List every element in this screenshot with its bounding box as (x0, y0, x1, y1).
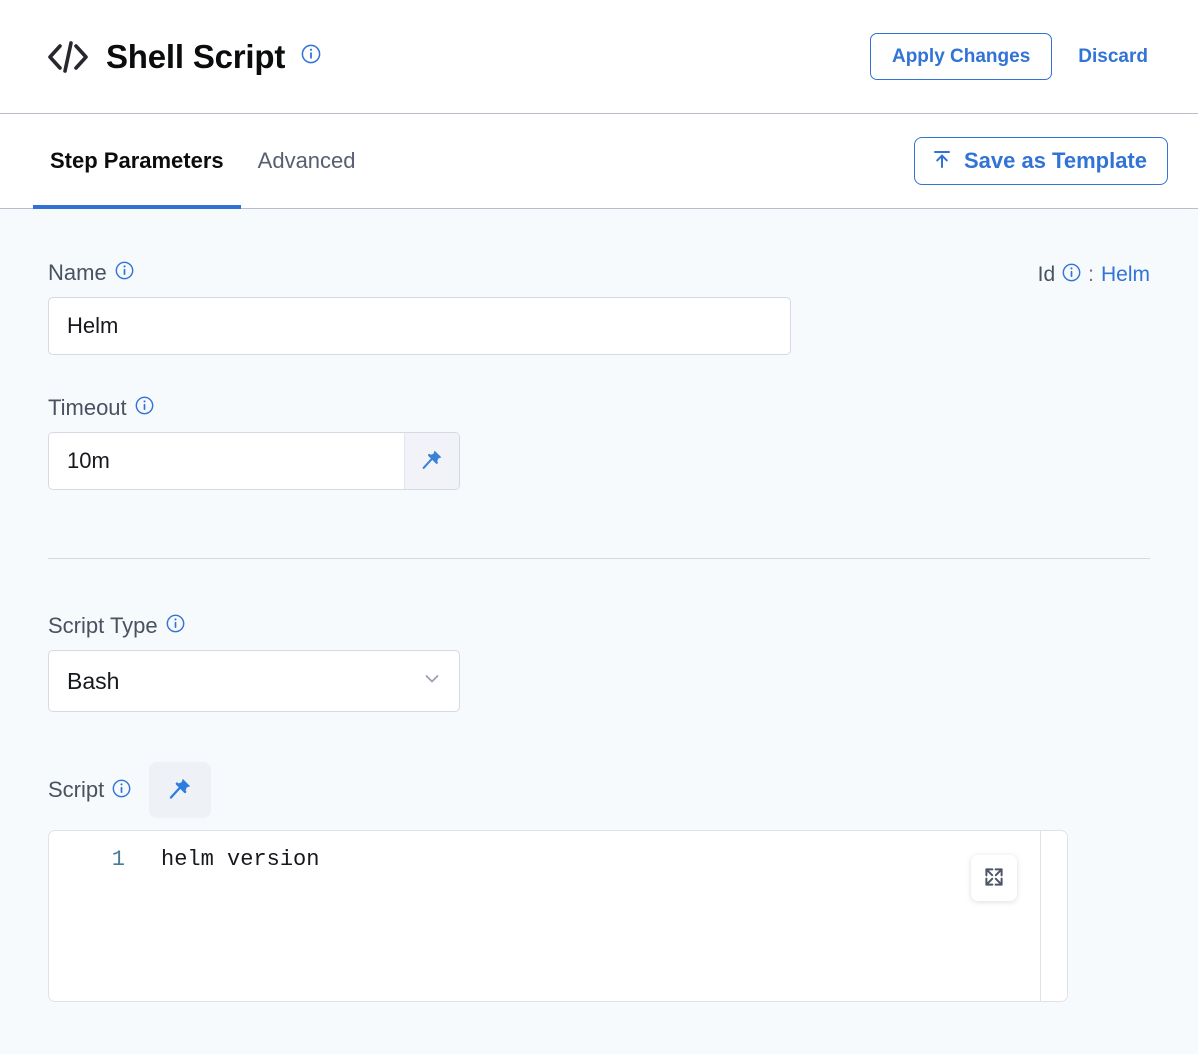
code-brackets-icon (46, 40, 90, 74)
discard-button[interactable]: Discard (1076, 41, 1150, 72)
tab-advanced[interactable]: Advanced (241, 114, 373, 208)
editor-scrollbar[interactable] (1040, 831, 1041, 1001)
line-number: 1 (111, 847, 125, 872)
script-type-value: Bash (67, 667, 120, 694)
name-label: Name (48, 259, 107, 285)
timeout-input-group (48, 432, 460, 490)
id-separator: : (1088, 263, 1094, 286)
expand-editor-button[interactable] (971, 855, 1017, 901)
code-line: 1 helm version (49, 831, 1067, 872)
script-type-label: Script Type (48, 612, 158, 638)
tab-list: Step Parameters Advanced (33, 114, 373, 209)
save-as-template-button[interactable]: Save as Template (913, 137, 1168, 185)
info-icon[interactable] (301, 44, 321, 69)
tab-step-parameters[interactable]: Step Parameters (33, 114, 241, 209)
script-pin-button[interactable] (149, 762, 212, 818)
timeout-pin-button[interactable] (405, 433, 459, 489)
script-field: Script 1 helm version (48, 762, 1150, 1002)
info-icon[interactable] (166, 614, 185, 637)
tab-bar: Step Parameters Advanced Save as Templat… (0, 114, 1198, 209)
info-icon[interactable] (112, 779, 131, 802)
header-actions: Apply Changes Discard (869, 33, 1150, 80)
pin-icon (166, 775, 194, 806)
script-type-label-group: Script Type (48, 614, 1150, 637)
pin-icon (419, 447, 445, 476)
name-field-wrap (48, 297, 791, 355)
script-type-select[interactable]: Bash (48, 650, 460, 712)
script-label-group: Script (48, 779, 131, 802)
script-code-editor[interactable]: 1 helm version (48, 830, 1068, 1002)
script-type-select-wrap: Bash (48, 650, 460, 712)
script-label: Script (48, 777, 105, 802)
id-label: Id (1037, 263, 1056, 286)
upload-icon (931, 148, 953, 174)
section-divider (48, 558, 1150, 559)
script-type-field: Script Type Bash (48, 614, 1150, 712)
timeout-field: Timeout (48, 396, 1150, 490)
info-icon[interactable] (135, 396, 154, 419)
save-as-template-label: Save as Template (963, 148, 1147, 173)
name-id-row: Name Id : Helm (48, 261, 1150, 297)
info-icon[interactable] (1062, 263, 1081, 286)
timeout-label: Timeout (48, 394, 127, 420)
apply-changes-button[interactable]: Apply Changes (869, 33, 1053, 80)
info-icon[interactable] (115, 261, 134, 284)
timeout-label-group: Timeout (48, 396, 1150, 419)
name-label-group: Name (48, 261, 134, 284)
page-title-group: Shell Script (46, 40, 321, 74)
name-input[interactable] (48, 297, 791, 355)
page-header: Shell Script Apply Changes Discard (0, 0, 1198, 114)
step-parameters-panel: Name Id : Helm Helm Timeout 10m Script T… (0, 209, 1198, 1054)
shell-script-step-editor: Shell Script Apply Changes Discard Step … (0, 0, 1198, 1054)
timeout-input[interactable] (49, 433, 405, 489)
page-title: Shell Script (106, 38, 286, 75)
id-value[interactable]: Helm (1101, 264, 1150, 285)
step-id-display: Id : Helm (1038, 261, 1150, 286)
script-label-row: Script (48, 762, 1150, 818)
expand-icon (983, 866, 1005, 891)
code-content[interactable]: helm version (135, 847, 319, 872)
